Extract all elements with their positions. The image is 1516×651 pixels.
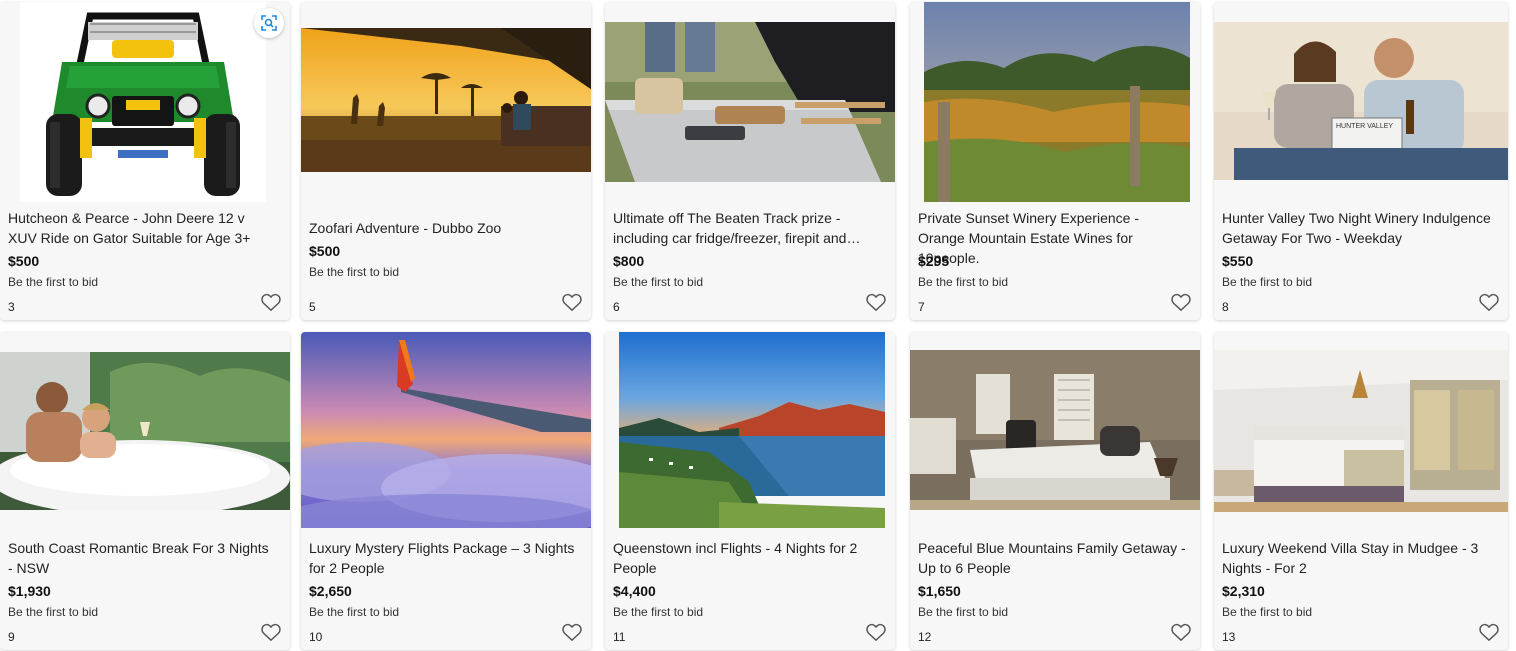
listing-card[interactable]: Private Sunset Winery Experience - Orang… <box>910 2 1200 320</box>
listing-image[interactable] <box>301 28 591 172</box>
listing-image[interactable] <box>910 350 1200 510</box>
zoofari-image <box>301 28 591 172</box>
bid-status: Be the first to bid <box>309 265 400 279</box>
listing-image-area[interactable] <box>301 2 591 202</box>
heart-outline-icon[interactable] <box>865 622 887 642</box>
listing-price: $1,650 <box>918 583 961 599</box>
listing-card[interactable]: Luxury Mystery Flights Package – 3 Night… <box>301 332 591 650</box>
heart-outline-icon[interactable] <box>260 292 282 312</box>
ride-on-gator-image <box>20 2 266 202</box>
listing-image-area[interactable] <box>910 332 1200 532</box>
listing-title[interactable]: Peaceful Blue Mountains Family Getaway -… <box>918 538 1186 578</box>
listing-price: $800 <box>613 253 645 269</box>
listing-image[interactable] <box>924 2 1190 202</box>
listing-card[interactable]: Queenstown incl Flights - 4 Nights for 2… <box>605 332 895 650</box>
lot-number: 6 <box>613 300 620 314</box>
listing-title[interactable]: Zoofari Adventure - Dubbo Zoo <box>309 218 577 238</box>
bid-status: Be the first to bid <box>918 605 1009 619</box>
couple-reading-image: HUNTER VALLEY <box>1214 22 1508 180</box>
bid-status: Be the first to bid <box>918 275 1009 289</box>
lot-number: 9 <box>8 630 15 644</box>
listing-image[interactable] <box>20 2 266 202</box>
listing-card[interactable]: HUNTER VALLEY Hunter Valley Two Night Wi… <box>1214 2 1508 320</box>
listing-image-area[interactable]: HUNTER VALLEY <box>1214 2 1508 202</box>
listing-card[interactable]: Zoofari Adventure - Dubbo Zoo $500 Be th… <box>301 2 591 320</box>
bid-status: Be the first to bid <box>1222 275 1313 289</box>
lot-number: 3 <box>8 300 15 314</box>
listing-image-area[interactable] <box>605 332 895 532</box>
listing-card[interactable]: Peaceful Blue Mountains Family Getaway -… <box>910 332 1200 650</box>
camping-table-image <box>605 22 895 182</box>
listing-title[interactable]: Queenstown incl Flights - 4 Nights for 2… <box>613 538 881 578</box>
heart-outline-icon[interactable] <box>1170 622 1192 642</box>
heart-outline-icon[interactable] <box>561 622 583 642</box>
visual-search-button[interactable] <box>254 8 284 38</box>
airplane-wing-image <box>301 332 591 528</box>
blue-mountains-bedroom-image <box>910 350 1200 510</box>
heart-outline-icon[interactable] <box>1478 292 1500 312</box>
listing-title[interactable]: Luxury Weekend Villa Stay in Mudgee - 3 … <box>1222 538 1494 578</box>
listing-image-area[interactable] <box>301 332 591 532</box>
listing-card[interactable]: Ultimate off The Beaten Track prize - in… <box>605 2 895 320</box>
heart-outline-icon[interactable] <box>1478 622 1500 642</box>
listing-title[interactable]: Hutcheon & Pearce - John Deere 12 v XUV … <box>8 208 276 248</box>
listing-image[interactable] <box>605 22 895 182</box>
heart-outline-icon[interactable] <box>1170 292 1192 312</box>
listing-image-area[interactable] <box>0 2 290 202</box>
listing-image-area[interactable] <box>910 2 1200 202</box>
lot-number: 8 <box>1222 300 1229 314</box>
listing-title[interactable]: Ultimate off The Beaten Track prize - in… <box>613 208 881 248</box>
bid-status: Be the first to bid <box>8 605 99 619</box>
bid-status: Be the first to bid <box>309 605 400 619</box>
bid-status: Be the first to bid <box>8 275 99 289</box>
listing-price: $500 <box>309 243 341 259</box>
listing-title[interactable]: Hunter Valley Two Night Winery Indulgenc… <box>1222 208 1494 248</box>
listing-card[interactable]: Luxury Weekend Villa Stay in Mudgee - 3 … <box>1214 332 1508 650</box>
listing-title[interactable]: South Coast Romantic Break For 3 Nights … <box>8 538 276 578</box>
couple-spa-bath-image <box>0 352 290 510</box>
heart-outline-icon[interactable] <box>865 292 887 312</box>
lot-number: 12 <box>918 630 932 644</box>
listing-image[interactable]: HUNTER VALLEY <box>1214 22 1508 180</box>
listing-price: $295 <box>918 253 950 269</box>
bid-status: Be the first to bid <box>613 605 704 619</box>
listing-image[interactable] <box>1214 350 1508 512</box>
listing-image-area[interactable] <box>0 332 290 532</box>
vineyard-image <box>924 2 1190 202</box>
lot-number: 5 <box>309 300 316 314</box>
listing-price: $4,400 <box>613 583 656 599</box>
lot-number: 11 <box>613 630 626 644</box>
book-cover-text: HUNTER VALLEY <box>1336 123 1393 130</box>
mudgee-villa-bedroom-image <box>1214 350 1508 512</box>
lot-number: 13 <box>1222 630 1236 644</box>
heart-outline-icon[interactable] <box>260 622 282 642</box>
listing-image-area[interactable] <box>605 2 895 202</box>
listing-image-area[interactable] <box>1214 332 1508 532</box>
lot-number: 10 <box>309 630 323 644</box>
lot-number: 7 <box>918 300 925 314</box>
bid-status: Be the first to bid <box>613 275 704 289</box>
listing-card[interactable]: South Coast Romantic Break For 3 Nights … <box>0 332 290 650</box>
listing-image[interactable] <box>301 332 591 528</box>
listing-card[interactable]: Hutcheon & Pearce - John Deere 12 v XUV … <box>0 2 290 320</box>
listing-title[interactable]: Private Sunset Winery Experience - Orang… <box>918 208 1186 268</box>
image-search-icon <box>261 15 277 31</box>
listing-price: $1,930 <box>8 583 51 599</box>
heart-outline-icon[interactable] <box>561 292 583 312</box>
listing-title[interactable]: Luxury Mystery Flights Package – 3 Night… <box>309 538 577 578</box>
bid-status: Be the first to bid <box>1222 605 1313 619</box>
queenstown-lake-image <box>619 332 885 528</box>
listing-price: $2,310 <box>1222 583 1265 599</box>
listing-price: $550 <box>1222 253 1254 269</box>
listing-price: $2,650 <box>309 583 352 599</box>
listing-image[interactable] <box>619 332 885 528</box>
listing-image[interactable] <box>0 352 290 510</box>
listing-price: $500 <box>8 253 40 269</box>
